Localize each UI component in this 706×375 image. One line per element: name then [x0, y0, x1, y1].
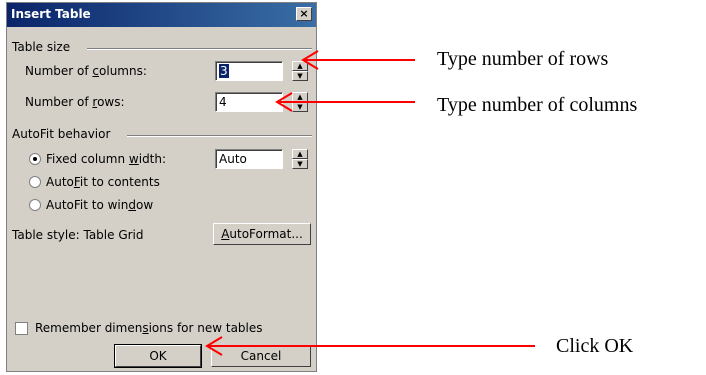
columns-annotation: Type number of columns — [437, 94, 638, 116]
ok-annotation: Click OK — [556, 335, 634, 357]
arrow-to-columns — [301, 50, 415, 70]
arrow-to-ok — [205, 336, 535, 356]
rows-annotation: Type number of rows — [437, 48, 609, 70]
arrow-to-rows — [275, 92, 415, 112]
